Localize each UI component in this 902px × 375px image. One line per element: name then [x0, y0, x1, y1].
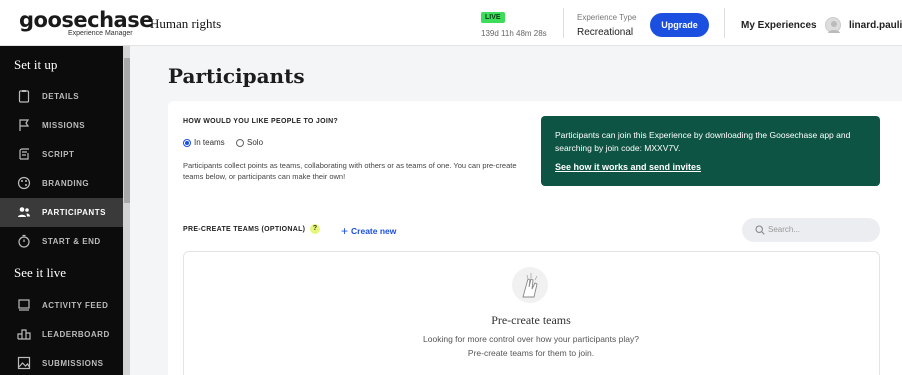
join-info-text: Participants can join this Experience by…	[555, 130, 851, 153]
precreate-teams-heading: PRE-CREATE TEAMS (OPTIONAL)	[183, 226, 306, 233]
empty-state-description: Looking for more control over how your p…	[423, 334, 639, 344]
username[interactable]: linard.paulin	[849, 20, 902, 31]
plus-icon: +	[341, 224, 349, 238]
join-info-panel: Participants can join this Experience by…	[541, 116, 880, 186]
join-option-solo-radio[interactable]	[236, 139, 244, 147]
send-invites-link[interactable]: See how it works and send invites	[555, 162, 701, 172]
palette-icon	[17, 176, 31, 190]
upgrade-button[interactable]: Upgrade	[650, 13, 709, 37]
brand-name: goosechase	[19, 8, 153, 32]
sidebar-item-branding[interactable]: BRANDING	[0, 169, 123, 198]
sidebar-item-script[interactable]: SCRIPT	[0, 140, 123, 169]
brand-subtitle: Experience Manager	[68, 30, 133, 37]
top-bar: goosechase Experience Manager Human righ…	[0, 0, 902, 46]
section-heading-setup: Set it up	[14, 57, 58, 72]
sidebar-item-label: SUBMISSIONS	[42, 359, 104, 368]
team-search-input[interactable]: Search...	[742, 218, 880, 242]
feed-icon	[18, 299, 30, 311]
join-option-teams-label[interactable]: In teams	[194, 138, 225, 147]
sidebar-item-label: SCRIPT	[42, 150, 75, 159]
raised-hands-icon	[522, 273, 538, 298]
live-badge: LIVE	[481, 12, 505, 23]
brand-logo[interactable]: goosechase Experience Manager	[0, 0, 153, 46]
section-heading-live: See it live	[14, 265, 66, 280]
page-title: Participants	[168, 64, 305, 88]
script-icon	[19, 148, 29, 160]
search-icon	[755, 225, 765, 235]
header-divider	[724, 8, 725, 38]
join-description: Participants collect points as teams, co…	[183, 161, 517, 181]
sidebar-item-missions[interactable]: MISSIONS	[0, 111, 123, 140]
image-icon	[17, 356, 31, 370]
sidebar-item-label: PARTICIPANTS	[42, 208, 106, 217]
help-icon[interactable]: ?	[310, 224, 320, 234]
sidebar-item-label: BRANDING	[42, 179, 90, 188]
user-icon	[828, 21, 840, 33]
sidebar-item-start-end[interactable]: START & END	[0, 227, 123, 256]
sidebar-item-label: DETAILS	[42, 92, 80, 101]
stopwatch-icon	[18, 234, 30, 248]
join-method-heading: HOW WOULD YOU LIKE PEOPLE TO JOIN?	[183, 118, 339, 125]
sidebar-item-label: START & END	[42, 237, 101, 246]
empty-state-title: Pre-create teams	[491, 313, 571, 327]
create-new-label: Create new	[351, 226, 397, 236]
sidebar-item-label: MISSIONS	[42, 121, 86, 130]
experience-name: Human rights	[150, 16, 222, 31]
sidebar-item-details[interactable]: DETAILS	[0, 82, 123, 111]
experience-type-label: Experience Type	[577, 13, 637, 22]
experience-type-value: Recreational	[577, 27, 634, 38]
teams-illustration	[512, 267, 548, 303]
my-experiences-link[interactable]: My Experiences	[741, 20, 817, 31]
avatar[interactable]	[825, 17, 841, 33]
live-countdown: 139d 11h 48m 28s	[481, 29, 547, 38]
clipboard-icon	[18, 90, 30, 103]
create-new-team-button[interactable]: + Create new	[341, 224, 396, 238]
sidebar-scrollbar-thumb[interactable]	[124, 58, 130, 203]
users-icon	[18, 207, 30, 217]
join-option-solo-label[interactable]: Solo	[247, 138, 263, 147]
sidebar-item-label: ACTIVITY FEED	[42, 301, 109, 310]
sidebar-item-participants[interactable]: PARTICIPANTS	[0, 198, 123, 227]
header-divider	[563, 8, 564, 38]
empty-state-description: Pre-create teams for them to join.	[467, 348, 595, 358]
join-option-teams-radio[interactable]	[183, 139, 191, 147]
search-placeholder: Search...	[768, 225, 801, 234]
flag-icon	[19, 119, 30, 131]
